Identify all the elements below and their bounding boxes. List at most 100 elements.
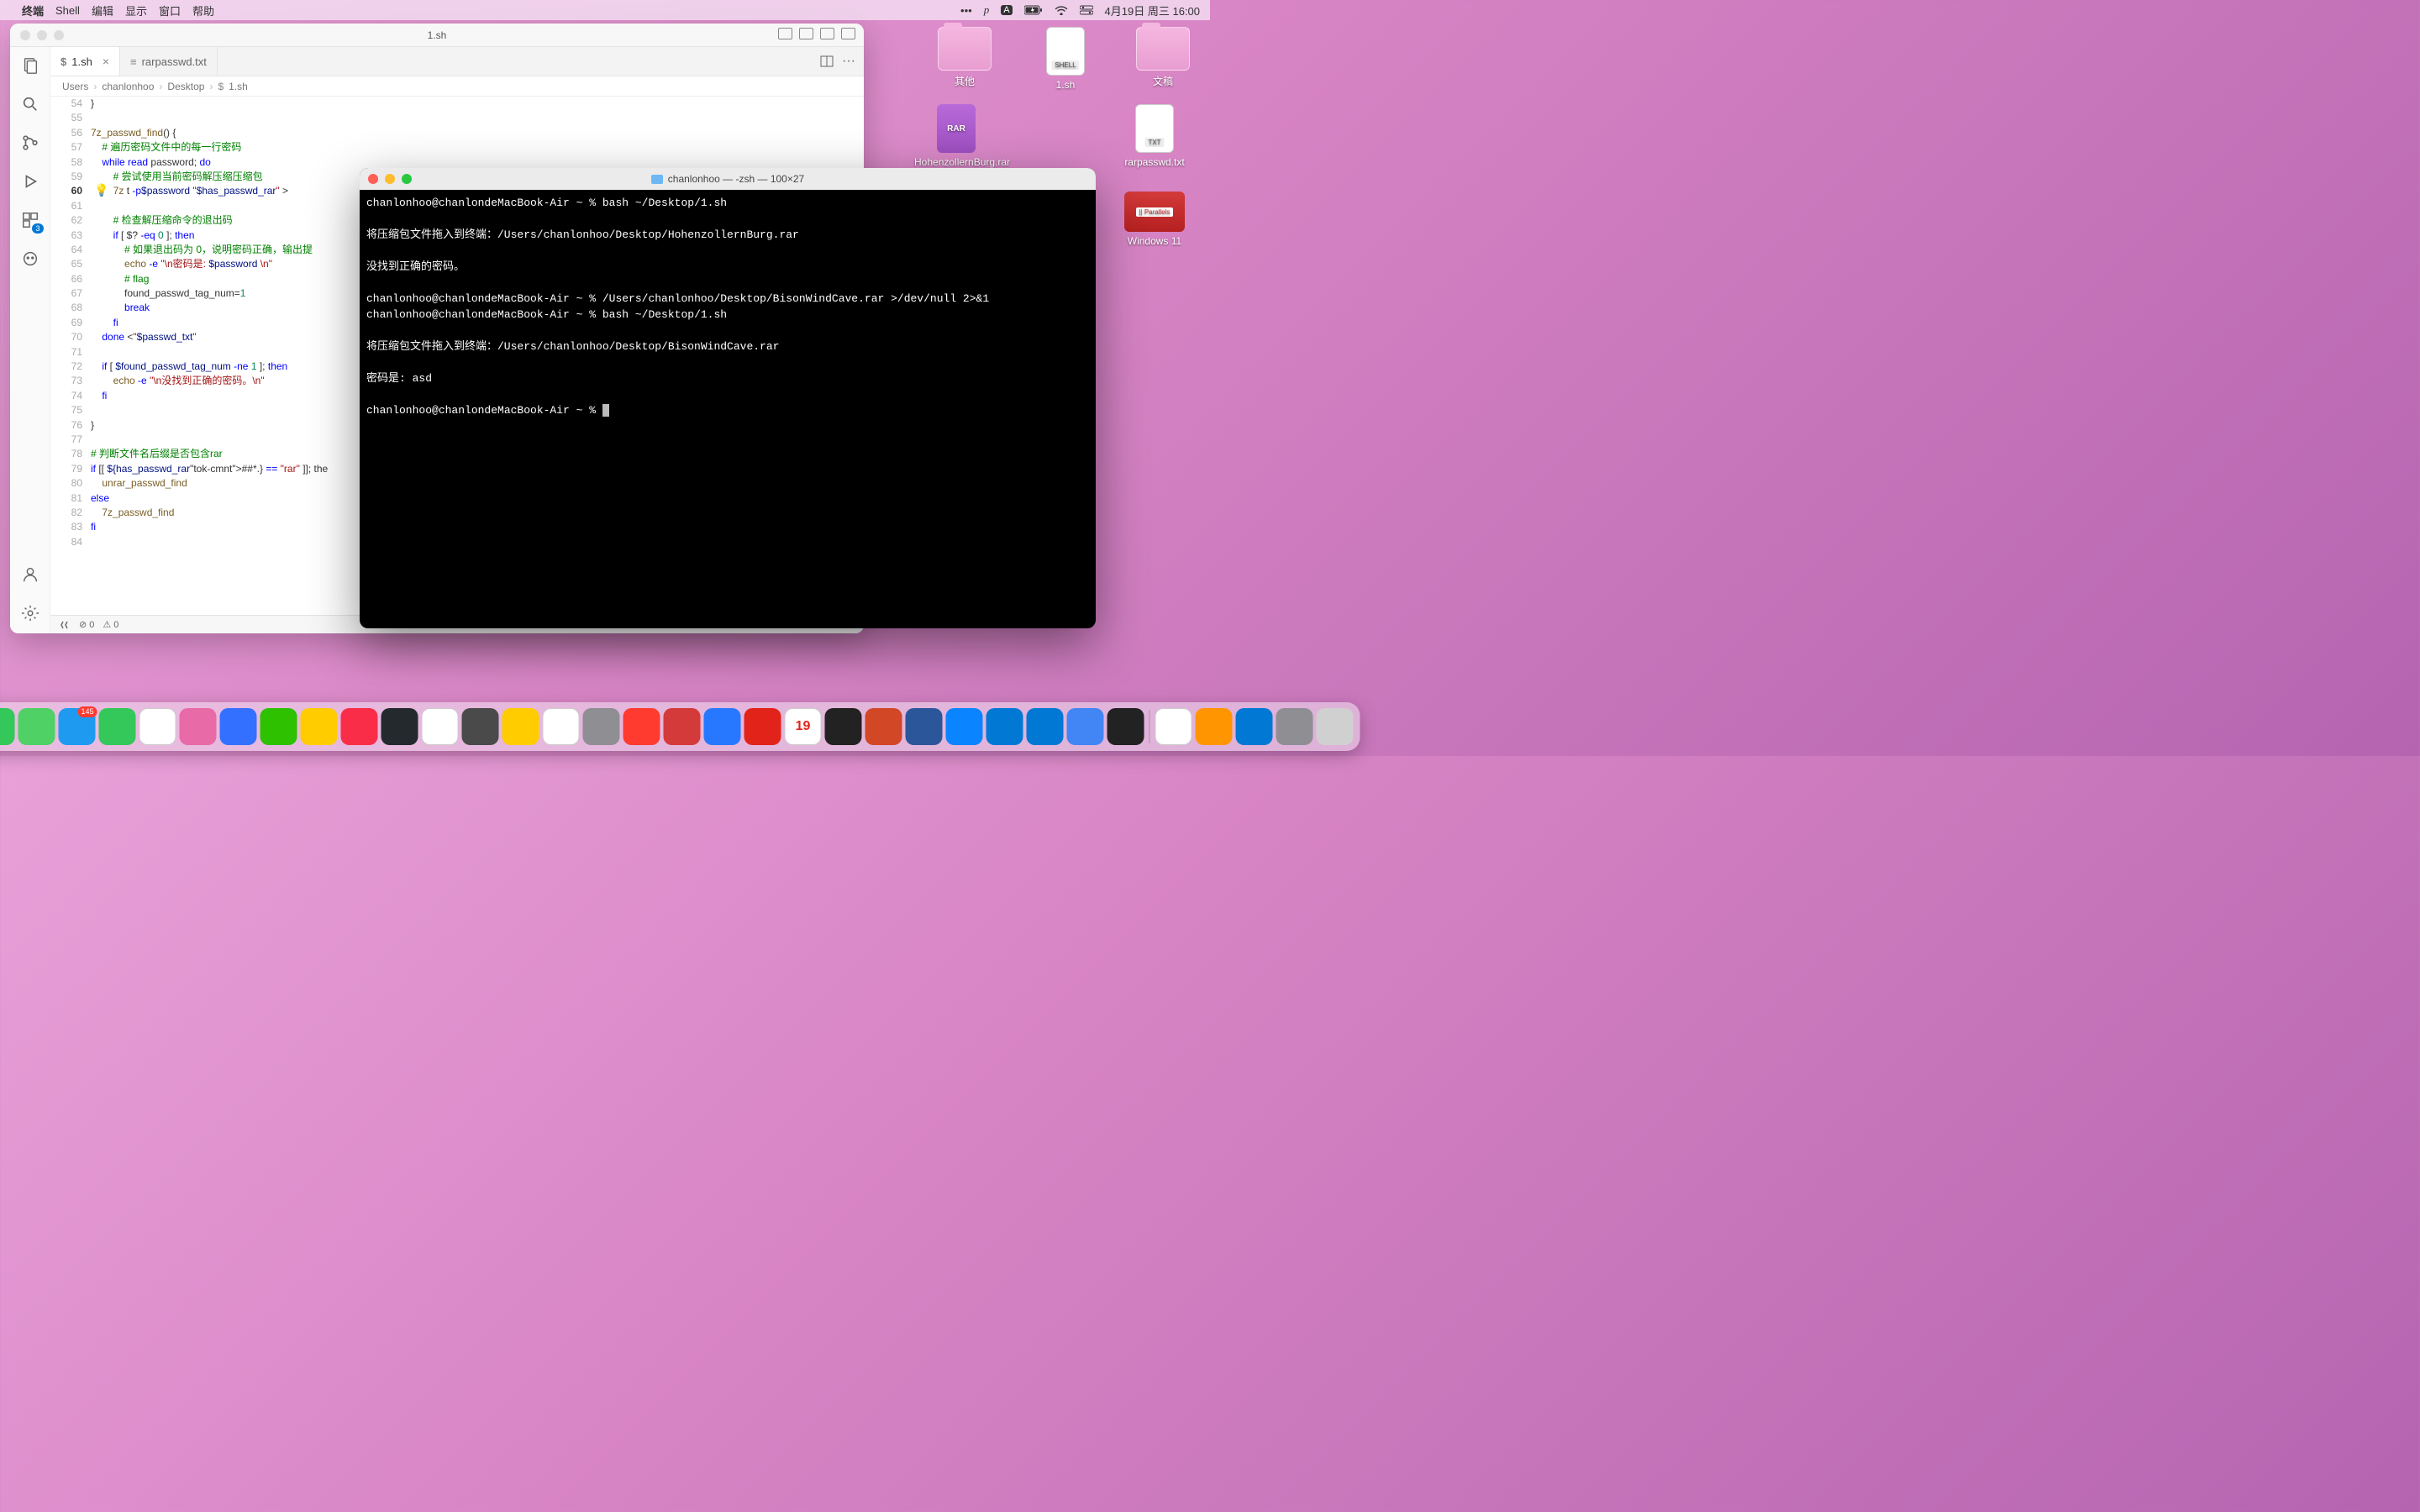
tab-1sh[interactable]: $ 1.sh × bbox=[50, 47, 120, 76]
dock-app-maps[interactable] bbox=[18, 708, 55, 745]
explorer-icon[interactable] bbox=[18, 54, 42, 77]
split-editor-icon[interactable] bbox=[820, 55, 834, 67]
icon-label: 其他 bbox=[923, 74, 1007, 88]
tab-close-icon[interactable]: × bbox=[103, 55, 109, 68]
dock-app-github[interactable] bbox=[381, 708, 418, 745]
close-dot[interactable] bbox=[368, 174, 378, 184]
dock-app-windows[interactable] bbox=[986, 708, 1023, 745]
dock-app-settings[interactable] bbox=[583, 708, 620, 745]
extensions-icon[interactable]: 3 bbox=[18, 208, 42, 232]
dock-app-folx[interactable] bbox=[946, 708, 983, 745]
search-icon[interactable] bbox=[18, 92, 42, 116]
status-more-icon[interactable]: ••• bbox=[960, 4, 972, 17]
dock-app-vscode[interactable] bbox=[1027, 708, 1064, 745]
terminal-titlebar[interactable]: chanlonhoo — -zsh — 100×27 bbox=[360, 168, 1096, 190]
errors-count[interactable]: ⊘ 0 bbox=[79, 619, 94, 630]
dock-app-terminal[interactable] bbox=[1107, 708, 1144, 745]
menubar: 终端 Shell 编辑 显示 窗口 帮助 ••• p A 4月19日 周三 16… bbox=[0, 0, 1210, 20]
account-icon[interactable] bbox=[18, 563, 42, 586]
layout-toggle-3[interactable] bbox=[820, 28, 834, 39]
dock-app-mail[interactable]: 145 bbox=[59, 708, 96, 745]
desktop-icon-HohenzollernBurg.rar[interactable]: RARHohenzollernBurg.rar bbox=[914, 104, 998, 168]
dock-app-powerpoint[interactable] bbox=[865, 708, 902, 745]
menubar-app-name[interactable]: 终端 bbox=[22, 3, 44, 18]
status-wifi-icon[interactable] bbox=[1055, 5, 1068, 15]
menu-edit[interactable]: 编辑 bbox=[92, 3, 113, 18]
line-gutter: 5455565758596061626364656667686970717273… bbox=[50, 97, 91, 615]
menu-help[interactable]: 帮助 bbox=[192, 3, 214, 18]
menu-shell[interactable]: Shell bbox=[55, 4, 80, 17]
layout-toggle-2[interactable] bbox=[799, 28, 813, 39]
copilot-icon[interactable] bbox=[18, 247, 42, 270]
dock-app-browser[interactable] bbox=[1067, 708, 1104, 745]
dock-app-feishu[interactable] bbox=[220, 708, 257, 745]
status-battery-icon[interactable] bbox=[1024, 5, 1043, 15]
dock-app-word[interactable] bbox=[906, 708, 943, 745]
dock-app-cleaner[interactable] bbox=[623, 708, 660, 745]
crumb[interactable]: Users bbox=[62, 81, 88, 92]
icon-label: rarpasswd.txt bbox=[1113, 156, 1197, 168]
remote-icon[interactable] bbox=[59, 620, 71, 630]
more-actions-icon[interactable]: ··· bbox=[842, 54, 855, 69]
breadcrumbs[interactable]: Users› chanlonhoo› Desktop› $ 1.sh bbox=[50, 76, 864, 97]
crumb[interactable]: 1.sh bbox=[229, 81, 248, 92]
crumb[interactable]: Desktop bbox=[167, 81, 204, 92]
dock-app-calendar[interactable]: 19 bbox=[785, 708, 822, 745]
dock-app-music[interactable] bbox=[341, 708, 378, 745]
icon-label: 1.sh bbox=[1023, 79, 1107, 91]
warnings-count[interactable]: ⚠ 0 bbox=[103, 619, 118, 630]
dock-app-downloads[interactable] bbox=[1276, 708, 1313, 745]
zoom-dot[interactable] bbox=[402, 174, 412, 184]
dock-app-chatbox[interactable] bbox=[462, 708, 499, 745]
dock-app-typora[interactable] bbox=[422, 708, 459, 745]
status-datetime[interactable]: 4月19日 周三 16:00 bbox=[1105, 3, 1200, 18]
dock-app-shortcuts[interactable] bbox=[180, 708, 217, 745]
folder-icon bbox=[651, 175, 663, 184]
dock-app-pages[interactable] bbox=[1196, 708, 1233, 745]
zoom-dot[interactable] bbox=[54, 30, 64, 40]
dock-app-trash[interactable] bbox=[1317, 708, 1354, 745]
dock-app-photos[interactable] bbox=[139, 708, 176, 745]
status-p-icon[interactable]: p bbox=[984, 3, 990, 17]
vscode-traffic-lights[interactable] bbox=[20, 30, 64, 40]
dock-app-iterm[interactable] bbox=[825, 708, 862, 745]
text-file-icon: ≡ bbox=[130, 55, 137, 68]
status-control-center-icon[interactable] bbox=[1080, 5, 1093, 15]
desktop-icon-rarpasswd.txt[interactable]: TXTrarpasswd.txt bbox=[1113, 104, 1197, 168]
dock-app-find-my[interactable] bbox=[99, 708, 136, 745]
tab-rarpasswd[interactable]: ≡ rarpasswd.txt bbox=[120, 47, 218, 76]
terminal-content[interactable]: chanlonhoo@chanlondeMacBook-Air ~ % bash… bbox=[360, 190, 1096, 628]
minimize-dot[interactable] bbox=[37, 30, 47, 40]
layout-icons bbox=[778, 28, 855, 39]
minimize-dot[interactable] bbox=[385, 174, 395, 184]
status-input-icon[interactable]: A bbox=[1001, 5, 1012, 15]
dock-app-wechat[interactable] bbox=[260, 708, 297, 745]
terminal-traffic-lights[interactable] bbox=[368, 174, 412, 184]
lightbulb-icon[interactable]: 💡 bbox=[94, 183, 108, 197]
close-dot[interactable] bbox=[20, 30, 30, 40]
crumb[interactable]: chanlonhoo bbox=[102, 81, 154, 92]
layout-toggle-4[interactable] bbox=[841, 28, 855, 39]
desktop-icon-文稿[interactable]: 文稿 bbox=[1121, 27, 1205, 88]
layout-toggle-1[interactable] bbox=[778, 28, 792, 39]
tab-label: 1.sh bbox=[71, 55, 92, 68]
desktop-icon-Windows 11[interactable]: || ParallelsWindows 11 bbox=[1113, 192, 1197, 247]
dock-app-pdf[interactable] bbox=[744, 708, 781, 745]
menu-view[interactable]: 显示 bbox=[125, 3, 147, 18]
desktop-icon-1.sh[interactable]: SHELL1.sh bbox=[1023, 27, 1107, 91]
vscode-titlebar[interactable]: 1.sh bbox=[10, 24, 864, 47]
source-control-icon[interactable] bbox=[18, 131, 42, 155]
dock-app-baidu[interactable] bbox=[704, 708, 741, 745]
dock-app-messages[interactable] bbox=[0, 708, 15, 745]
run-debug-icon[interactable] bbox=[18, 170, 42, 193]
dock-app-vm[interactable] bbox=[1236, 708, 1273, 745]
dock-app-reminders[interactable] bbox=[543, 708, 580, 745]
icon-label: 文稿 bbox=[1121, 74, 1205, 88]
dock-app-parallels[interactable] bbox=[664, 708, 701, 745]
menu-window[interactable]: 窗口 bbox=[159, 3, 181, 18]
dock-app-notes[interactable] bbox=[502, 708, 539, 745]
dock-app-qq[interactable] bbox=[301, 708, 338, 745]
settings-gear-icon[interactable] bbox=[18, 601, 42, 625]
desktop-icon-其他[interactable]: 其他 bbox=[923, 27, 1007, 88]
dock-app-textedit[interactable] bbox=[1155, 708, 1192, 745]
